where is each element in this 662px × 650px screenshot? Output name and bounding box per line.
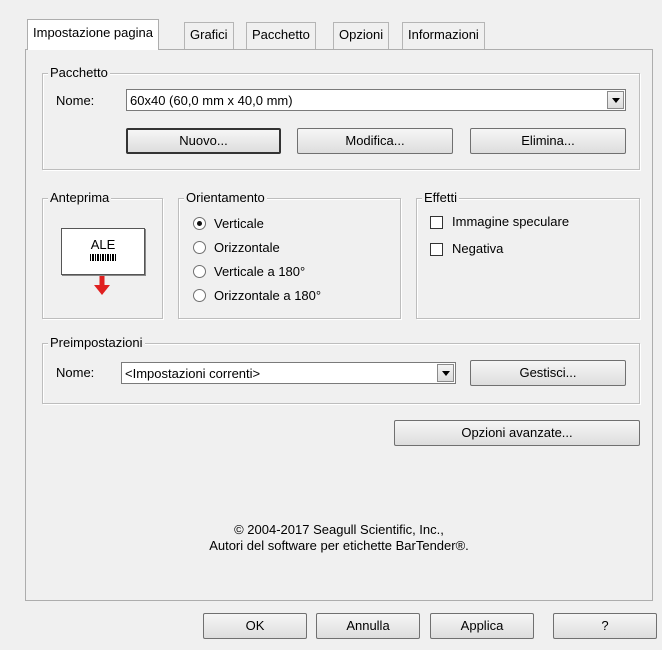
manage-button[interactable]: Gestisci... bbox=[470, 360, 626, 386]
help-button[interactable]: ? bbox=[553, 613, 657, 639]
negative-checkbox[interactable] bbox=[430, 243, 443, 256]
pacchetto-group: Pacchetto bbox=[42, 65, 640, 170]
preimpostazioni-name-label: Nome: bbox=[56, 365, 95, 380]
chevron-down-icon[interactable] bbox=[437, 364, 454, 382]
copyright-line-2: Autori del software per etichette BarTen… bbox=[209, 538, 469, 553]
ok-button[interactable]: OK bbox=[203, 613, 307, 639]
pacchetto-name-label: Nome: bbox=[56, 93, 95, 108]
radio-orizzontale-180-label[interactable]: Orizzontale a 180° bbox=[214, 288, 321, 304]
radio-orizzontale-label[interactable]: Orizzontale bbox=[214, 240, 280, 256]
anteprima-legend: Anteprima bbox=[48, 190, 112, 206]
radio-verticale[interactable] bbox=[193, 217, 206, 230]
copyright-line-1: © 2004-2017 Seagull Scientific, Inc., bbox=[234, 522, 444, 537]
pacchetto-legend: Pacchetto bbox=[48, 65, 110, 81]
cancel-button[interactable]: Annulla bbox=[316, 613, 420, 639]
delete-button[interactable]: Elimina... bbox=[470, 128, 626, 154]
advanced-options-button[interactable]: Opzioni avanzate... bbox=[394, 420, 640, 446]
chevron-down-icon[interactable] bbox=[607, 91, 624, 109]
preimpostazioni-name-combo[interactable]: <Impostazioni correnti> bbox=[121, 362, 456, 384]
mirror-checkbox[interactable] bbox=[430, 216, 443, 229]
radio-verticale-180-label[interactable]: Verticale a 180° bbox=[214, 264, 305, 280]
arrow-down-icon bbox=[94, 276, 110, 295]
apply-button[interactable]: Applica bbox=[430, 613, 534, 639]
preimpostazioni-legend: Preimpostazioni bbox=[48, 335, 145, 351]
label-preview: ALE bbox=[61, 228, 145, 275]
radio-orizzontale[interactable] bbox=[193, 241, 206, 254]
new-button[interactable]: Nuovo... bbox=[126, 128, 281, 154]
preview-card-text: ALE bbox=[90, 237, 116, 252]
pacchetto-name-combo[interactable]: 60x40 (60,0 mm x 40,0 mm) bbox=[126, 89, 626, 111]
effetti-legend: Effetti bbox=[422, 190, 460, 206]
edit-button[interactable]: Modifica... bbox=[297, 128, 453, 154]
pacchetto-name-value: 60x40 (60,0 mm x 40,0 mm) bbox=[130, 93, 293, 108]
orientamento-legend: Orientamento bbox=[184, 190, 267, 206]
radio-verticale-180[interactable] bbox=[193, 265, 206, 278]
preimpostazioni-name-value: <Impostazioni correnti> bbox=[125, 366, 261, 381]
barcode-icon bbox=[90, 254, 116, 261]
mirror-checkbox-label[interactable]: Immagine speculare bbox=[452, 214, 569, 230]
negative-checkbox-label[interactable]: Negativa bbox=[452, 241, 503, 257]
radio-verticale-label[interactable]: Verticale bbox=[214, 216, 264, 232]
radio-orizzontale-180[interactable] bbox=[193, 289, 206, 302]
